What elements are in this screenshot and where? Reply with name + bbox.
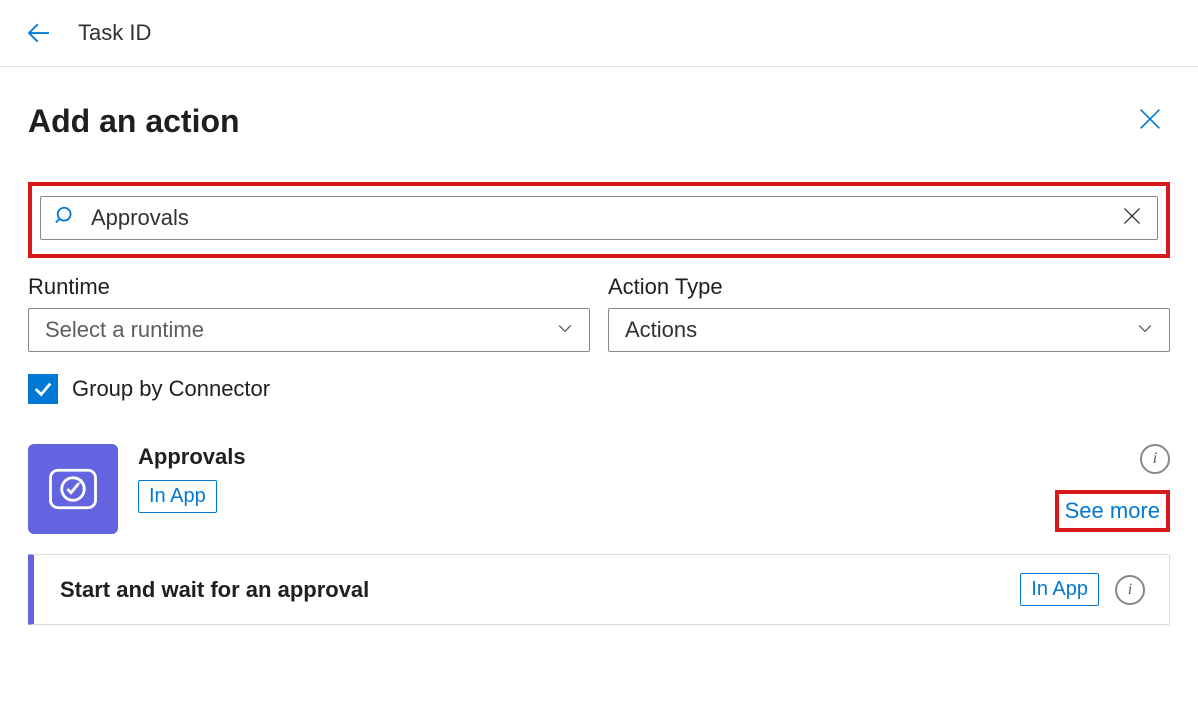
topbar: Task ID xyxy=(0,0,1198,67)
clear-search-icon[interactable] xyxy=(1119,203,1145,234)
action-badge: In App xyxy=(1020,573,1099,606)
page-title: Task ID xyxy=(78,20,151,46)
panel-header: Add an action xyxy=(28,99,1170,144)
chevron-down-icon xyxy=(555,318,575,343)
connector-badge: In App xyxy=(138,480,217,513)
group-by-row: Group by Connector xyxy=(28,374,1170,404)
runtime-filter: Runtime Select a runtime xyxy=(28,274,590,352)
connector-right: i See more xyxy=(1055,444,1170,532)
action-type-filter: Action Type Actions xyxy=(608,274,1170,352)
connector-info-icon[interactable]: i xyxy=(1140,444,1170,474)
connector-left: Approvals In App xyxy=(28,444,246,534)
action-type-dropdown[interactable]: Actions xyxy=(608,308,1170,352)
see-more-link[interactable]: See more xyxy=(1065,498,1160,523)
action-row[interactable]: Start and wait for an approval In App i xyxy=(28,554,1170,625)
action-info-icon[interactable]: i xyxy=(1115,575,1145,605)
group-by-label: Group by Connector xyxy=(72,376,270,402)
search-box[interactable] xyxy=(40,196,1158,240)
add-action-panel: Add an action xyxy=(0,67,1198,671)
action-name: Start and wait for an approval xyxy=(60,577,369,603)
connector-block: Approvals In App i See more Start and wa… xyxy=(28,444,1170,625)
panel-title: Add an action xyxy=(28,103,240,140)
runtime-placeholder: Select a runtime xyxy=(45,317,204,343)
see-more-highlight: See more xyxy=(1055,490,1170,532)
chevron-down-icon xyxy=(1135,318,1155,343)
search-icon xyxy=(55,205,77,232)
connector-header: Approvals In App i See more xyxy=(28,444,1170,534)
group-by-checkbox[interactable] xyxy=(28,374,58,404)
action-type-label: Action Type xyxy=(608,274,1170,300)
filters-row: Runtime Select a runtime Action Type Act… xyxy=(28,274,1170,352)
connector-name: Approvals xyxy=(138,444,246,470)
runtime-dropdown[interactable]: Select a runtime xyxy=(28,308,590,352)
connector-info: Approvals In App xyxy=(138,444,246,534)
search-input[interactable] xyxy=(91,205,1105,231)
action-right: In App i xyxy=(1020,573,1145,606)
close-icon[interactable] xyxy=(1130,99,1170,144)
search-highlight xyxy=(28,182,1170,258)
runtime-label: Runtime xyxy=(28,274,590,300)
action-type-value: Actions xyxy=(625,317,697,343)
approvals-connector-icon xyxy=(28,444,118,534)
back-arrow-icon[interactable] xyxy=(24,18,54,48)
